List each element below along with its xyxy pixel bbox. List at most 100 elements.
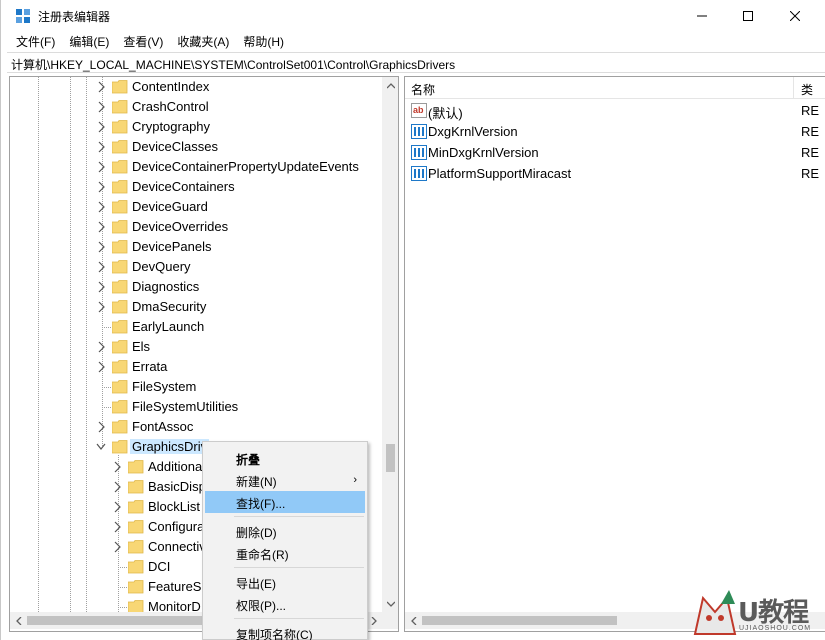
- tree-item[interactable]: CrashControl: [10, 97, 382, 117]
- chevron-right-icon[interactable]: [96, 121, 106, 133]
- tree-item[interactable]: Diagnostics: [10, 277, 382, 297]
- value-name: DxgKrnlVersion: [428, 124, 518, 139]
- ctx-rename[interactable]: 重命名(R): [205, 542, 365, 564]
- binary-value-icon: [411, 166, 427, 181]
- chevron-right-icon[interactable]: [96, 361, 106, 373]
- chevron-right-icon[interactable]: [96, 101, 106, 113]
- tree-item[interactable]: DevicePanels: [10, 237, 382, 257]
- value-row[interactable]: PlatformSupportMiracast RE: [405, 163, 825, 184]
- value-type: RE: [801, 166, 820, 181]
- tree-item[interactable]: DevQuery: [10, 257, 382, 277]
- tree-item[interactable]: DeviceOverrides: [10, 217, 382, 237]
- chevron-right-icon[interactable]: [96, 221, 106, 233]
- chevron-right-icon[interactable]: [96, 81, 106, 93]
- tree-item[interactable]: ContentIndex: [10, 77, 382, 97]
- tree-item-label: Diagnostics: [132, 279, 200, 294]
- value-name: PlatformSupportMiracast: [428, 166, 572, 181]
- column-divider[interactable]: [793, 77, 794, 99]
- tree-item[interactable]: FileSystem: [10, 377, 382, 397]
- tree-item-label: DeviceContainerPropertyUpdateEvents: [132, 159, 359, 174]
- maximize-button[interactable]: [725, 0, 771, 31]
- tree-guide-line: [118, 607, 128, 608]
- chevron-right-icon[interactable]: [112, 461, 122, 473]
- ctx-delete[interactable]: 删除(D): [205, 520, 365, 542]
- folder-icon: [112, 440, 128, 454]
- chevron-right-icon[interactable]: [112, 521, 122, 533]
- ctx-permissions[interactable]: 权限(P)...: [205, 593, 365, 615]
- menu-file[interactable]: 文件(F): [9, 31, 62, 51]
- tree-item[interactable]: Cryptography: [10, 117, 382, 137]
- scroll-left-button[interactable]: [10, 612, 27, 629]
- chevron-right-icon[interactable]: [96, 261, 106, 273]
- column-type-header[interactable]: 类: [801, 81, 813, 98]
- folder-icon: [112, 280, 128, 294]
- column-name-header[interactable]: 名称: [411, 81, 435, 98]
- chevron-right-icon[interactable]: [96, 181, 106, 193]
- tree-item-label: DeviceGuard: [132, 199, 208, 214]
- folder-icon: [128, 540, 144, 554]
- folder-icon: [128, 500, 144, 514]
- chevron-right-icon[interactable]: [96, 241, 106, 253]
- tree-item-label: ContentIndex: [132, 79, 210, 94]
- chevron-right-icon[interactable]: [96, 281, 106, 293]
- minimize-icon: [697, 15, 707, 16]
- chevron-right-icon[interactable]: [96, 161, 106, 173]
- scroll-up-button[interactable]: [382, 77, 398, 94]
- chevron-right-icon[interactable]: [96, 421, 106, 433]
- scroll-thumb[interactable]: [386, 444, 395, 472]
- menu-edit[interactable]: 编辑(E): [62, 31, 116, 51]
- tree-item[interactable]: FontAssoc: [10, 417, 382, 437]
- tree-item[interactable]: Els: [10, 337, 382, 357]
- context-menu: 折叠 新建(N) › 查找(F)... 删除(D) 重命名(R) 导出(E) 权…: [202, 441, 368, 640]
- address-bar[interactable]: 计算机\HKEY_LOCAL_MACHINE\SYSTEM\ControlSet…: [7, 52, 825, 73]
- value-row[interactable]: DxgKrnlVersion RE: [405, 121, 825, 142]
- folder-icon: [112, 240, 128, 254]
- menu-separator: [234, 618, 364, 619]
- folder-icon: [128, 560, 144, 574]
- value-row[interactable]: MinDxgKrnlVersion RE: [405, 142, 825, 163]
- tree-item[interactable]: EarlyLaunch: [10, 317, 382, 337]
- tree-item[interactable]: FileSystemUtilities: [10, 397, 382, 417]
- menu-bar: 文件(F) 编辑(E) 查看(V) 收藏夹(A) 帮助(H): [1, 31, 825, 51]
- value-name: (默认): [428, 106, 463, 121]
- ctx-export[interactable]: 导出(E): [205, 571, 365, 593]
- ctx-collapse[interactable]: 折叠: [205, 447, 365, 469]
- folder-icon: [112, 360, 128, 374]
- svg-text:ab: ab: [413, 105, 424, 115]
- chevron-right-icon[interactable]: [96, 201, 106, 213]
- tree-item[interactable]: DmaSecurity: [10, 297, 382, 317]
- value-row[interactable]: ab (默认) RE: [405, 100, 825, 121]
- menu-help[interactable]: 帮助(H): [236, 31, 291, 51]
- chevron-down-icon[interactable]: [96, 441, 106, 453]
- tree-guide-line: [102, 327, 112, 328]
- ctx-new[interactable]: 新建(N) ›: [205, 469, 365, 491]
- tree-item-label: DeviceContainers: [132, 179, 235, 194]
- tree-guide-line: [118, 567, 128, 568]
- tree-item[interactable]: Errata: [10, 357, 382, 377]
- ctx-copy-key-name[interactable]: 复制项名称(C): [205, 622, 365, 640]
- folder-icon: [112, 100, 128, 114]
- folder-icon: [112, 140, 128, 154]
- scroll-left-button[interactable]: [405, 612, 422, 629]
- scroll-down-button[interactable]: [382, 595, 398, 612]
- tree-item[interactable]: DeviceGuard: [10, 197, 382, 217]
- tree-vertical-scrollbar[interactable]: [382, 77, 398, 612]
- chevron-right-icon[interactable]: [96, 141, 106, 153]
- chevron-right-icon[interactable]: [112, 481, 122, 493]
- menu-favorites[interactable]: 收藏夹(A): [170, 31, 236, 51]
- chevron-right-icon[interactable]: [112, 541, 122, 553]
- minimize-button[interactable]: [679, 0, 725, 31]
- scroll-thumb[interactable]: [422, 616, 617, 625]
- menu-view[interactable]: 查看(V): [116, 31, 170, 51]
- chevron-right-icon[interactable]: [112, 501, 122, 513]
- tree-item[interactable]: DeviceContainers: [10, 177, 382, 197]
- folder-icon: [128, 580, 144, 594]
- tree-item[interactable]: DeviceClasses: [10, 137, 382, 157]
- maximize-icon: [743, 10, 753, 21]
- close-button[interactable]: [772, 0, 818, 31]
- chevron-right-icon[interactable]: [96, 341, 106, 353]
- folder-icon: [128, 600, 144, 612]
- tree-item[interactable]: DeviceContainerPropertyUpdateEvents: [10, 157, 382, 177]
- ctx-find[interactable]: 查找(F)...: [205, 491, 365, 513]
- chevron-right-icon[interactable]: [96, 301, 106, 313]
